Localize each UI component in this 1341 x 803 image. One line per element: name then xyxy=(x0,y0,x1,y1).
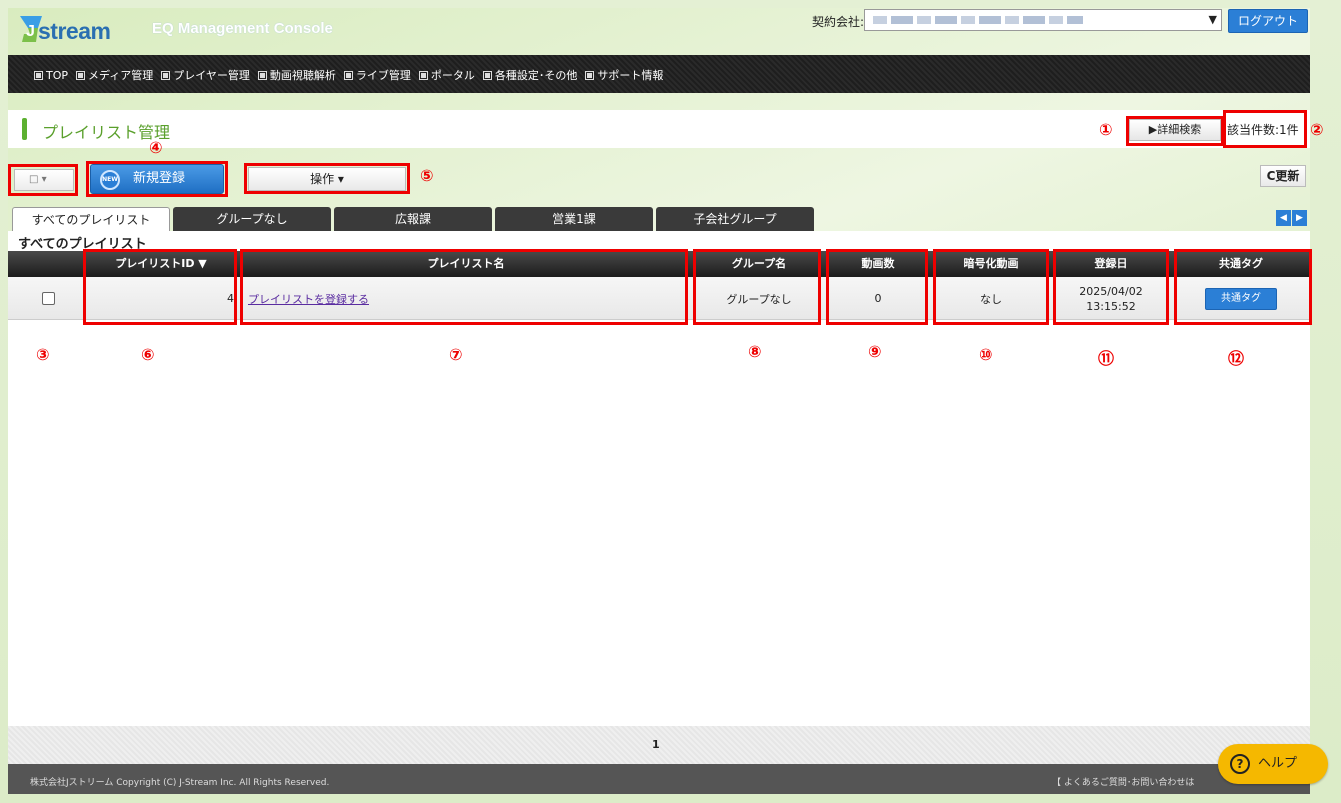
tab-pr-section[interactable]: 広報課 xyxy=(334,207,492,231)
help-button[interactable]: ? ヘルプ xyxy=(1218,744,1328,784)
tab-sales-1[interactable]: 営業1課 xyxy=(495,207,653,231)
annotation-number-1: ① xyxy=(1099,120,1113,139)
contract-value-redacted xyxy=(873,16,1083,24)
nav-bullet-icon xyxy=(76,70,86,80)
chevron-right-icon[interactable]: ▶ xyxy=(1292,210,1307,226)
page-title-bar: プレイリスト管理 xyxy=(8,110,1310,148)
footer: 株式会社Jストリーム Copyright (C) J-Stream Inc. A… xyxy=(8,764,1310,794)
nav-item-1[interactable]: メディア管理 xyxy=(76,67,153,83)
panel-title: すべてのプレイリスト xyxy=(18,237,147,252)
row-date: 2025/04/02 xyxy=(1079,284,1143,298)
advanced-search-button[interactable]: ▶詳細検索 xyxy=(1129,119,1221,141)
nav-item-6[interactable]: 各種設定･その他 xyxy=(482,67,578,83)
col-video-count[interactable]: 動画数 xyxy=(828,251,928,277)
nav-bullet-icon xyxy=(257,70,267,80)
nav-item-label: メディア管理 xyxy=(88,69,154,82)
nav-item-label: ポータル xyxy=(430,69,475,82)
table-row: 4 プレイリストを登録する グループなし 0 なし 2025/04/02 13:… xyxy=(8,277,1310,320)
col-encrypted[interactable]: 暗号化動画 xyxy=(934,251,1048,277)
playlist-name-link[interactable]: プレイリストを登録する xyxy=(248,291,369,307)
col-group-name[interactable]: グループ名 xyxy=(696,251,822,277)
tab-subsidiary-group[interactable]: 子会社グループ xyxy=(656,207,814,231)
tab-scroll-controls: ◀ ▶ xyxy=(1276,210,1307,226)
main-nav: TOP メディア管理 プレイヤー管理 動画視聴解析 ライブ管理 ポータル 各種設定･その他 サ… xyxy=(8,55,1310,93)
col-playlist-id[interactable]: プレイリストID ▼ xyxy=(86,251,236,277)
new-register-label: 新規登録 xyxy=(133,171,186,186)
row-tag-cell: 共通タグ xyxy=(1174,277,1308,320)
help-icon: ? xyxy=(1230,754,1250,774)
operations-dropdown-button[interactable]: 操作 ▾ xyxy=(248,167,406,191)
annotation-number-12: ⑫ xyxy=(1228,349,1245,368)
nav-bullet-icon xyxy=(585,70,595,80)
nav-item-7[interactable]: サポート情報 xyxy=(585,67,663,83)
annotation-number-5: ⑤ xyxy=(420,166,434,185)
chevron-down-icon: ▼ xyxy=(1208,13,1217,26)
annotation-number-8: ⑧ xyxy=(748,342,762,361)
annotation-number-3: ③ xyxy=(36,345,50,364)
row-encrypted: なし xyxy=(980,292,1002,306)
refresh-button[interactable]: C更新 xyxy=(1260,165,1306,187)
nav-item-label: ライブ管理 xyxy=(355,69,411,82)
nav-item-label: サポート情報 xyxy=(597,69,664,82)
row-date-cell: 2025/04/02 13:15:52 xyxy=(1054,277,1168,320)
row-id: 4 xyxy=(227,292,234,305)
nav-bullet-icon xyxy=(418,70,428,80)
logout-button[interactable]: ログアウト xyxy=(1228,9,1308,33)
annotation-number-10: ⑩ xyxy=(979,345,993,364)
page-number-current[interactable]: 1 xyxy=(652,738,660,751)
nav-item-label: TOP xyxy=(46,68,69,82)
contract-select[interactable]: ▼ xyxy=(864,9,1222,31)
nav-item-4[interactable]: ライブ管理 xyxy=(343,67,411,83)
nav-item-label: 各種設定･その他 xyxy=(494,69,578,82)
row-video-count: 0 xyxy=(874,292,882,305)
tab-all-playlists[interactable]: すべてのプレイリスト xyxy=(12,207,170,231)
row-time: 13:15:52 xyxy=(1086,299,1136,313)
nav-item-0[interactable]: TOP xyxy=(34,67,68,83)
row-select-cell xyxy=(38,277,58,320)
title-accent-bar xyxy=(22,118,27,140)
console-title: EQ Management Console xyxy=(152,20,333,37)
col-common-tag: 共通タグ xyxy=(1219,257,1263,270)
chevron-left-icon[interactable]: ◀ xyxy=(1276,210,1291,226)
nav-bullet-icon xyxy=(34,70,43,80)
annotation-number-9: ⑨ xyxy=(868,342,882,361)
col-playlist-name[interactable]: プレイリスト名 xyxy=(242,251,690,277)
copyright-text: 株式会社Jストリーム Copyright (C) J-Stream Inc. A… xyxy=(30,778,330,788)
brand-name: stream xyxy=(38,18,111,44)
group-tabs: すべてのプレイリスト グループなし 広報課 営業1課 子会社グループ xyxy=(12,207,817,231)
annotation-number-6: ⑥ xyxy=(141,345,155,364)
tab-no-group[interactable]: グループなし xyxy=(173,207,331,231)
nav-item-5[interactable]: ポータル xyxy=(418,67,475,83)
row-group: グループなし xyxy=(726,292,792,306)
nav-bullet-icon xyxy=(482,70,492,80)
contract-label: 契約会社: xyxy=(812,15,865,29)
annotation-number-2: ② xyxy=(1310,120,1324,139)
row-checkbox[interactable] xyxy=(41,292,55,305)
annotation-number-11: ⑪ xyxy=(1098,349,1115,368)
jstream-logo[interactable]: J stream xyxy=(16,12,136,48)
new-register-button[interactable]: NEW 新規登録 xyxy=(90,164,224,194)
annotation-number-4: ④ xyxy=(149,138,163,157)
select-all-dropdown[interactable]: □ ▾ xyxy=(14,169,74,191)
pagination: 1 xyxy=(8,726,1310,764)
table-header: プレイリストID ▼ プレイリスト名 グループ名 動画数 暗号化動画 登録日 共… xyxy=(8,251,1310,277)
annotation-number-7: ⑦ xyxy=(449,345,463,364)
new-icon: NEW xyxy=(100,170,120,190)
nav-item-label: 動画視聴解析 xyxy=(269,69,336,82)
result-count: 該当件数:1件 xyxy=(1227,123,1299,137)
nav-item-2[interactable]: プレイヤー管理 xyxy=(161,67,250,83)
nav-bullet-icon xyxy=(343,70,353,80)
faq-link[interactable]: 【 よくあるご質問･お問い合わせは xyxy=(1052,775,1194,788)
logo-initial: J xyxy=(26,23,35,40)
help-label: ヘルプ xyxy=(1258,756,1298,771)
nav-bullet-icon xyxy=(161,70,171,80)
common-tag-button[interactable]: 共通タグ xyxy=(1205,287,1277,310)
col-registered-date[interactable]: 登録日 xyxy=(1054,251,1168,277)
nav-item-3[interactable]: 動画視聴解析 xyxy=(257,67,336,83)
nav-item-label: プレイヤー管理 xyxy=(173,69,250,82)
row-name-cell: プレイリストを登録する xyxy=(248,277,688,320)
